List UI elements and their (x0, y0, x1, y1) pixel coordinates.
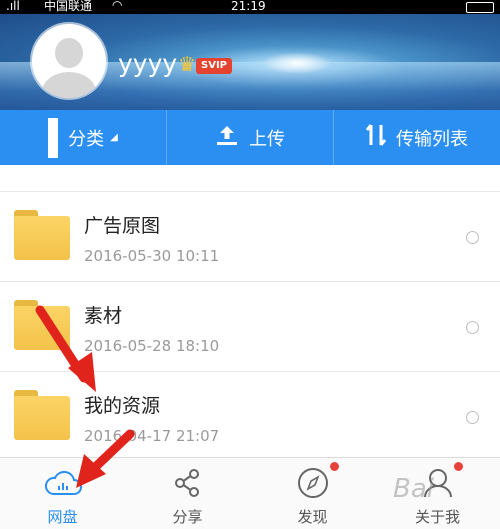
nav-label: 关于我 (414, 508, 460, 526)
nav-label: 网盘 (47, 508, 78, 526)
caret-down-icon: ◢ (110, 132, 118, 143)
file-name: 我的资源 (84, 395, 161, 417)
notification-dot (330, 462, 339, 471)
carrier-name: 中国联通 (44, 0, 93, 13)
folder-icon (14, 300, 70, 352)
username: yyyy (118, 49, 178, 78)
list-item[interactable]: 广告原图 2016-05-30 10:11 (0, 192, 500, 282)
nav-item-discover[interactable]: 发现 (250, 458, 375, 529)
avatar-head (55, 38, 83, 68)
avatar[interactable] (32, 24, 106, 98)
file-list: 广告原图 2016-05-30 10:11 素材 2016-05-28 18:1… (0, 165, 500, 462)
select-radio[interactable] (466, 231, 479, 244)
cloud-icon (43, 466, 83, 502)
profile-header: yyyy ♛ SVIP (0, 14, 500, 110)
share-icon (172, 466, 204, 502)
nav-item-share[interactable]: 分享 (125, 458, 250, 529)
transfer-label: 传输列表 (396, 128, 468, 150)
folder-icon (14, 390, 70, 442)
action-toolbar: 分类 ◢ 上传 传输列表 (0, 110, 500, 165)
folder-icon (14, 210, 70, 262)
upload-icon (215, 123, 239, 152)
battery-icon (466, 2, 494, 13)
file-name: 广告原图 (84, 215, 161, 237)
file-name: 素材 (84, 305, 123, 327)
status-time: 21:19 (231, 0, 266, 13)
crown-icon: ♛ (178, 52, 196, 76)
notification-dot (454, 462, 463, 471)
transfer-list-button[interactable]: 传输列表 (334, 110, 500, 165)
signal-icon: .ıll (6, 0, 20, 13)
select-radio[interactable] (466, 411, 479, 424)
category-button[interactable]: 分类 ◢ (0, 110, 167, 165)
list-item[interactable]: 素材 2016-05-28 18:10 (0, 282, 500, 372)
grid-icon (48, 117, 59, 158)
nav-item-netdisk[interactable]: 网盘 (0, 458, 125, 529)
nav-label: 分享 (172, 508, 203, 526)
avatar-shoulders (42, 72, 96, 98)
compass-icon (296, 466, 330, 504)
nav-label: 发现 (297, 508, 328, 526)
file-date: 2016-05-30 10:11 (84, 247, 220, 265)
select-radio[interactable] (466, 321, 479, 334)
file-date: 2016-04-17 21:07 (84, 427, 220, 445)
header-sun-glow (262, 52, 332, 74)
upload-label: 上传 (249, 128, 285, 150)
watermark: Bai (393, 474, 434, 504)
wifi-icon: ◠ (112, 0, 123, 12)
upload-button[interactable]: 上传 (167, 110, 334, 165)
transfer-icon (365, 123, 387, 152)
category-label: 分类 (68, 128, 105, 150)
file-date: 2016-05-28 18:10 (84, 337, 220, 355)
svip-badge: SVIP (196, 58, 232, 74)
status-bar: .ıll 中国联通 ◠ 21:19 (0, 0, 500, 14)
list-top-spacer (0, 165, 500, 192)
list-item[interactable]: 我的资源 2016-04-17 21:07 (0, 372, 500, 462)
